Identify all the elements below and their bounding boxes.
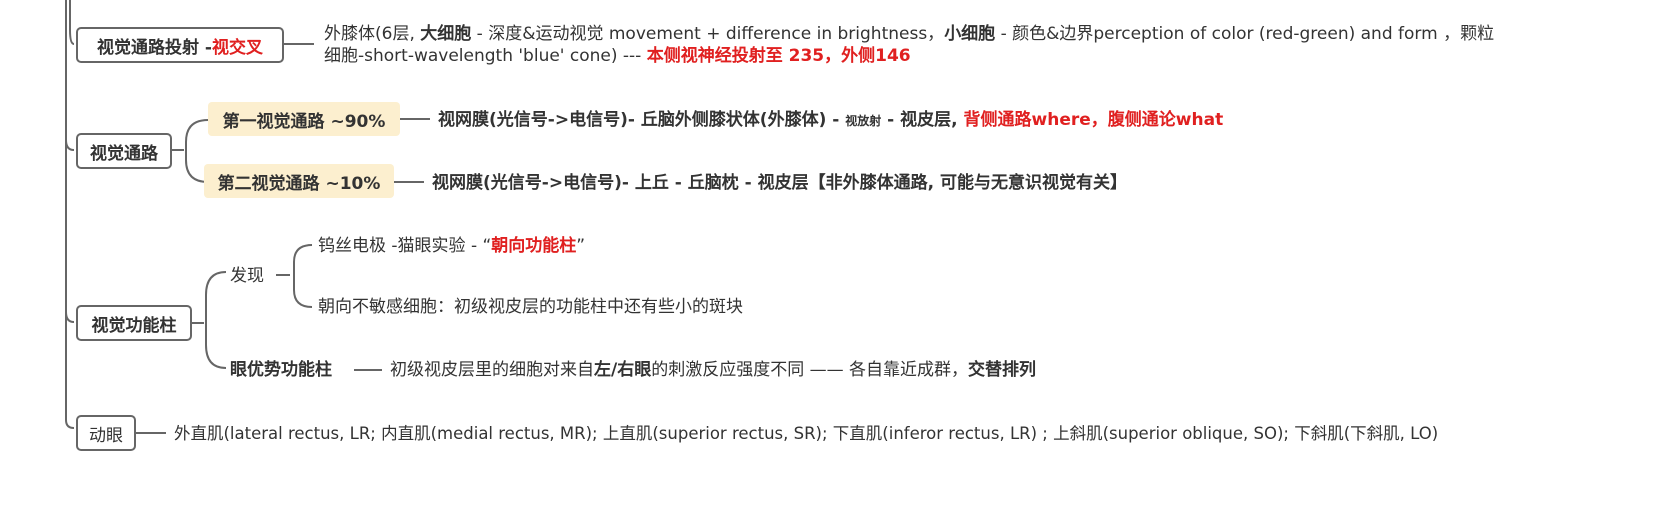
first-pathway-t2: 视放射 [845,114,882,128]
discover-item-2-text: 朝向不敏感细胞：初级视皮层的功能柱中还有些小的斑块 [318,297,743,317]
magno-label: 大细胞 [420,24,472,44]
first-pathway-label: 第一视觉通路 ~90% [222,111,386,132]
eye-text: 外直肌(lateral rectus, LR; 内直肌(medial rectu… [174,423,1438,445]
second-pathway-node[interactable]: 第二视觉通路 ~10% [204,164,394,198]
projection-red-text: 本侧视神经投射至 235，外侧146 [646,46,911,66]
first-pathway-t4: 背侧通路where，腹侧通论what [963,110,1224,130]
discover-item-1-a: 钨丝电极 -猫眼实验 - “ [318,236,492,256]
second-pathway-t1: 视网膜(光信号->电信号)- 上丘 - 丘脑枕 - 视皮层【非外膝体通路, 可能… [432,173,1127,193]
discover-node[interactable]: 发现 [230,265,264,287]
column-label: 视觉功能柱 [91,315,177,336]
pathway-node[interactable]: 视觉通路 [76,133,172,169]
ocular-text-b: 左/右眼 [594,360,652,380]
ocular-text: 初级视皮层里的细胞对来自左/右眼的刺激反应强度不同 —— 各自靠近成群，交替排列 [390,359,1036,381]
orientation-column-label: 朝向功能柱 [491,236,577,256]
eye-node[interactable]: 动眼 [76,415,136,451]
second-pathway-text: 视网膜(光信号->电信号)- 上丘 - 丘脑枕 - 视皮层【非外膝体通路, 可能… [432,172,1127,194]
eye-label: 动眼 [89,425,123,446]
trunk-line-2 [69,0,75,45]
first-pathway-t1: 视网膜(光信号->电信号)- 丘脑外侧膝状体(外膝体) - [438,110,846,130]
projection-label-red: 视交叉 [211,37,263,58]
pathway-label: 视觉通路 [90,143,158,164]
discover-label: 发现 [230,266,264,286]
first-pathway-node[interactable]: 第一视觉通路 ~90% [208,102,400,136]
projection-line-1: 外膝体(6层, 大细胞 - 深度&运动视觉 movement + differe… [324,23,1494,45]
discover-item-2: 朝向不敏感细胞：初级视皮层的功能柱中还有些小的斑块 [318,296,743,318]
projection-node[interactable]: 视觉通路投射 - 视交叉 [76,27,284,63]
second-pathway-label: 第二视觉通路 ~10% [217,173,381,194]
projection-text: 细胞-short-wavelength 'blue' cone) --- [324,46,647,66]
discover-fork [293,244,313,308]
column-node[interactable]: 视觉功能柱 [76,305,192,341]
discover-item-1: 钨丝电极 -猫眼实验 - “朝向功能柱” [318,235,585,257]
discover-item-1-c: ” [576,236,586,256]
projection-label: 视觉通路投射 - [97,37,212,58]
projection-text: - 深度&运动视觉 movement + difference in brigh… [471,24,945,44]
trunk-to-pathway [65,139,75,151]
projection-text: 外膝体(6层, [324,24,421,44]
ocular-text-a: 初级视皮层里的细胞对来自 [390,360,594,380]
column-fork [205,271,227,369]
parvo-label: 小细胞 [944,24,996,44]
projection-line-2: 细胞-short-wavelength 'blue' cone) --- 本侧视… [324,45,911,67]
trunk-to-column [65,311,75,323]
projection-text: - 颜色&边界perception of color (red-green) a… [995,24,1495,44]
eye-muscles-text: 外直肌(lateral rectus, LR; 内直肌(medial rectu… [174,424,1439,443]
ocular-node[interactable]: 眼优势功能柱 [230,359,332,381]
trunk-line [65,0,75,429]
first-pathway-t3: - 视皮层, [881,110,964,130]
first-pathway-text: 视网膜(光信号->电信号)- 丘脑外侧膝状体(外膝体) - 视放射 - 视皮层,… [438,109,1223,132]
ocular-text-c: 的刺激反应强度不同 —— 各自靠近成群， [651,360,969,380]
ocular-text-d: 交替排列 [968,360,1037,380]
ocular-label: 眼优势功能柱 [230,360,332,380]
